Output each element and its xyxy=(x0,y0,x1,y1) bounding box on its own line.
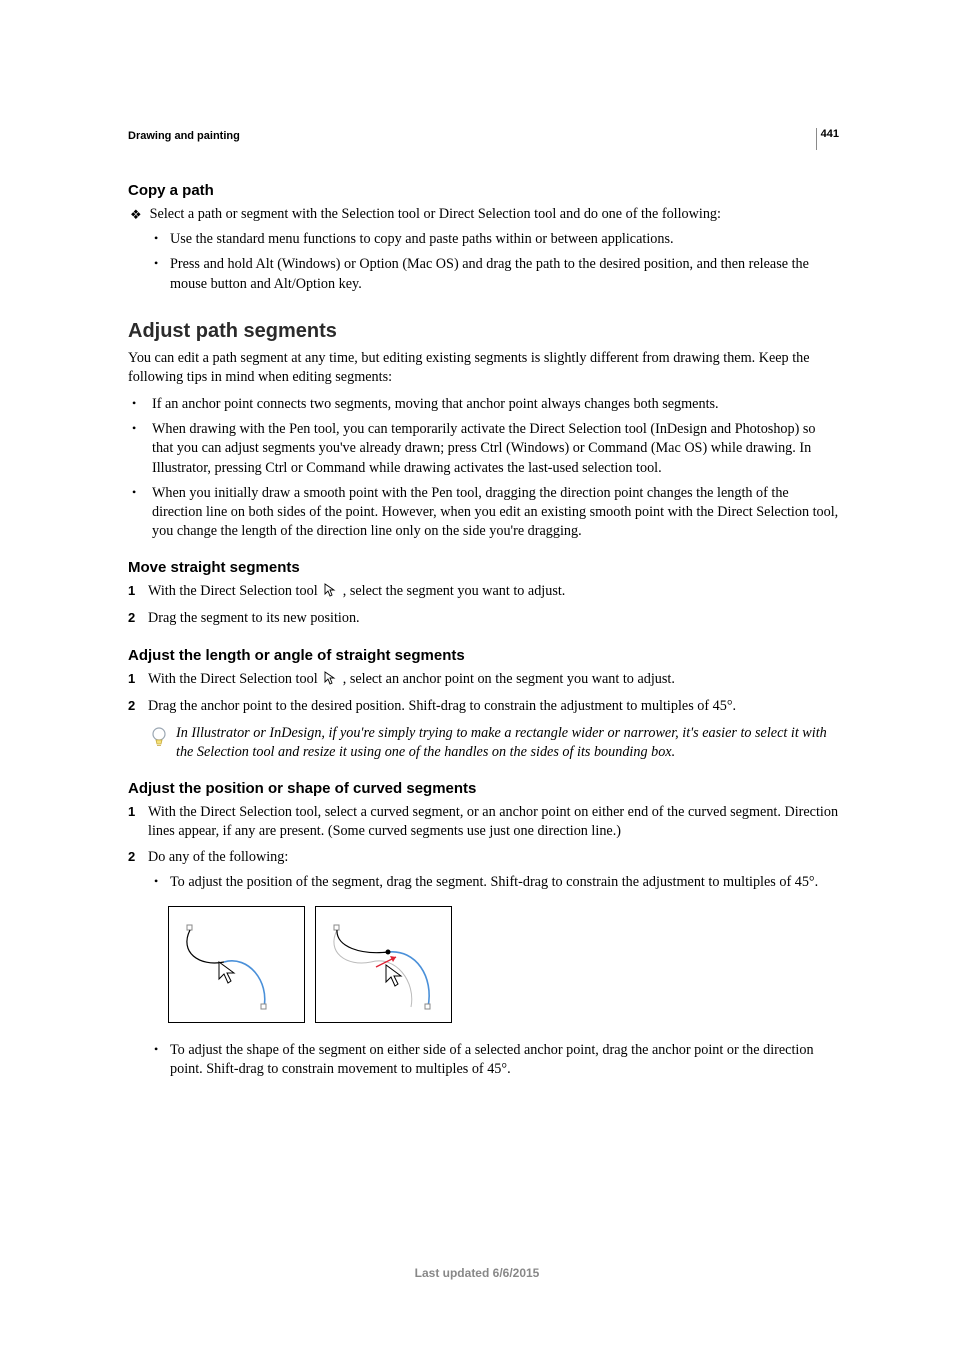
step-item: With the Direct Selection tool, select a… xyxy=(128,803,839,841)
adjust-length-steps: With the Direct Selection tool , select … xyxy=(128,670,839,716)
list-item: If an anchor point connects two segments… xyxy=(132,395,839,414)
adjust-curved-sub-bullets: To adjust the position of the segment, d… xyxy=(148,873,839,892)
document-page: 441 Drawing and painting Copy a path ❖ S… xyxy=(0,0,954,1350)
copy-path-intro: Select a path or segment with the Select… xyxy=(150,205,721,224)
step-item: Drag the segment to its new position. xyxy=(128,609,839,628)
figure-after xyxy=(315,906,452,1023)
heading-copy-a-path: Copy a path xyxy=(128,182,839,199)
step-item: Do any of the following: To adjust the p… xyxy=(128,848,839,1080)
diamond-icon: ❖ xyxy=(128,205,142,224)
move-straight-steps: With the Direct Selection tool , select … xyxy=(128,582,839,628)
tip-text: In Illustrator or InDesign, if you're si… xyxy=(176,724,839,762)
heading-adjust-length: Adjust the length or angle of straight s… xyxy=(128,647,839,664)
direct-selection-tool-icon xyxy=(323,671,337,691)
adjust-segments-bullets: If an anchor point connects two segments… xyxy=(128,395,839,541)
figure-row xyxy=(168,906,839,1023)
lightbulb-icon xyxy=(150,726,168,753)
list-item: When drawing with the Pen tool, you can … xyxy=(132,420,839,478)
list-item: To adjust the shape of the segment on ei… xyxy=(154,1041,839,1079)
intro-line: ❖ Select a path or segment with the Sele… xyxy=(128,205,839,224)
step-item: With the Direct Selection tool , select … xyxy=(128,582,839,603)
heading-adjust-path-segments: Adjust path segments xyxy=(128,320,839,343)
list-item: Press and hold Alt (Windows) or Option (… xyxy=(154,255,839,293)
adjust-curved-sub-bullets-2: To adjust the shape of the segment on ei… xyxy=(148,1041,839,1079)
list-item: Use the standard menu functions to copy … xyxy=(154,230,839,249)
step-item: With the Direct Selection tool , select … xyxy=(128,670,839,691)
copy-path-bullets: Use the standard menu functions to copy … xyxy=(128,230,839,294)
list-item: When you initially draw a smooth point w… xyxy=(132,484,839,542)
step-text-a: With the Direct Selection tool xyxy=(148,583,321,599)
step-text-b: , select an anchor point on the segment … xyxy=(343,671,675,687)
adjust-curved-steps: With the Direct Selection tool, select a… xyxy=(128,803,839,1079)
tip-block: In Illustrator or InDesign, if you're si… xyxy=(150,724,839,762)
page-number-rule xyxy=(816,128,817,150)
direct-selection-tool-icon xyxy=(323,583,337,603)
list-item: To adjust the position of the segment, d… xyxy=(154,873,839,892)
step-text: Do any of the following: xyxy=(148,849,288,865)
figure-before xyxy=(168,906,305,1023)
page-footer: Last updated 6/6/2015 xyxy=(0,1266,954,1280)
adjust-segments-intro: You can edit a path segment at any time,… xyxy=(128,349,839,387)
step-item: Drag the anchor point to the desired pos… xyxy=(128,697,839,716)
heading-adjust-curved: Adjust the position or shape of curved s… xyxy=(128,780,839,797)
running-head: Drawing and painting xyxy=(128,130,839,142)
step-text-a: With the Direct Selection tool xyxy=(148,671,321,687)
heading-move-straight: Move straight segments xyxy=(128,559,839,576)
step-text-b: , select the segment you want to adjust. xyxy=(343,583,566,599)
page-number: 441 xyxy=(821,128,839,140)
